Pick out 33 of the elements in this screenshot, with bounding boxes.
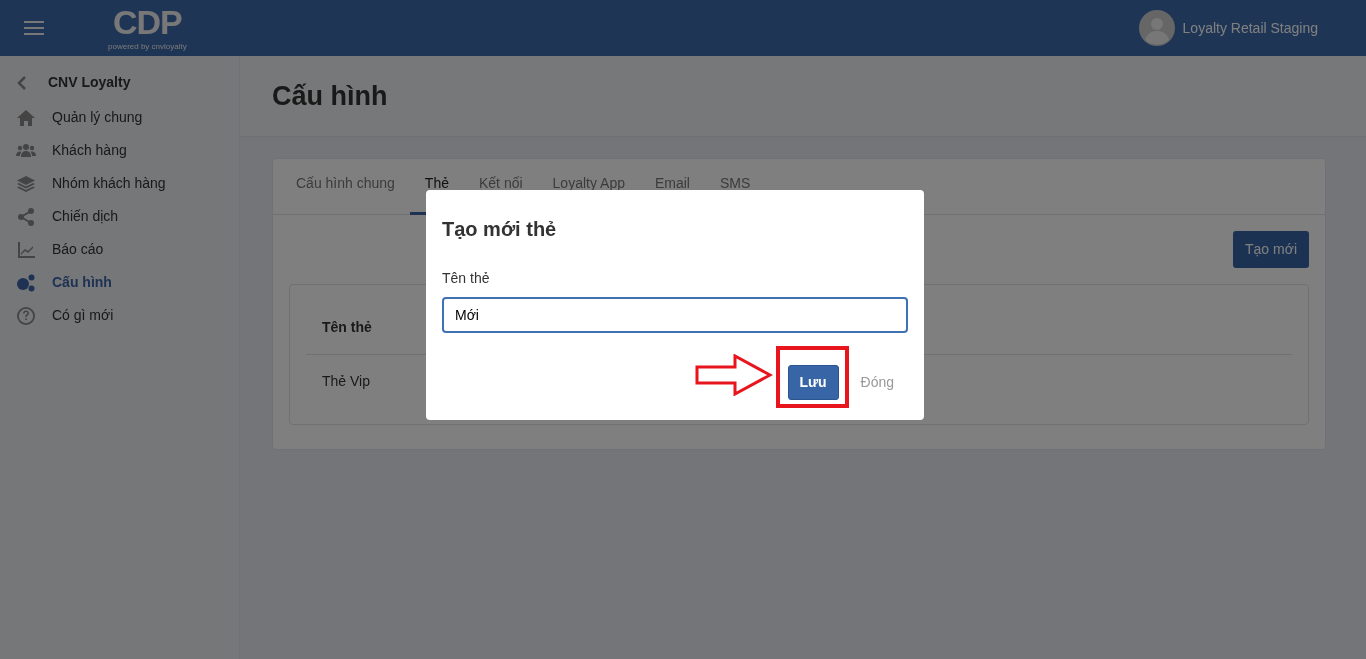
column-header: Tên thẻ: [322, 318, 372, 337]
table-cell-text: Thẻ Vip: [322, 372, 370, 391]
avatar-icon: [1138, 10, 1175, 46]
page-title: Cấu hình: [272, 79, 388, 113]
sidebar-item[interactable]: Có gì mới: [16, 299, 223, 332]
logo-text: CDP: [112, 5, 182, 39]
sidebar-item[interactable]: Báo cáo: [16, 233, 223, 266]
back-icon[interactable]: [16, 74, 28, 91]
share-icon: [16, 206, 36, 227]
save-button[interactable]: Lưu: [787, 365, 839, 400]
close-button[interactable]: Đóng: [854, 371, 900, 394]
sidebar-title: CNV Loyalty: [48, 73, 131, 92]
tab[interactable]: Cấu hình chung: [281, 159, 410, 215]
tab[interactable]: Kết nối: [464, 159, 538, 215]
create-button[interactable]: Tạo mới: [1233, 231, 1309, 268]
menu-icon[interactable]: [24, 20, 44, 36]
field-label: Tên thẻ: [442, 269, 491, 288]
help-icon: [16, 305, 36, 326]
chart-icon: [16, 239, 36, 260]
sidebar-item[interactable]: Cấu hình: [16, 266, 223, 299]
logo-tagline: powered by cnvloyalty: [108, 43, 187, 51]
tab[interactable]: SMS: [705, 159, 766, 215]
sidebar-item[interactable]: Chiến dịch: [16, 200, 223, 233]
sidebar-item[interactable]: Khách hàng: [16, 134, 223, 167]
dialog-title: Tạo mới thẻ: [442, 217, 558, 242]
tab[interactable]: Loyalty App: [537, 159, 640, 215]
layers-icon: [16, 173, 36, 194]
sidebar-item[interactable]: Quản lý chung: [16, 101, 223, 134]
input-field[interactable]: Mới: [442, 297, 908, 333]
sidebar-item[interactable]: Nhóm khách hàng: [16, 167, 223, 200]
home-icon: [16, 107, 36, 128]
user-name[interactable]: Loyalty Retail Staging: [1182, 17, 1318, 39]
tab[interactable]: Email: [639, 159, 705, 215]
